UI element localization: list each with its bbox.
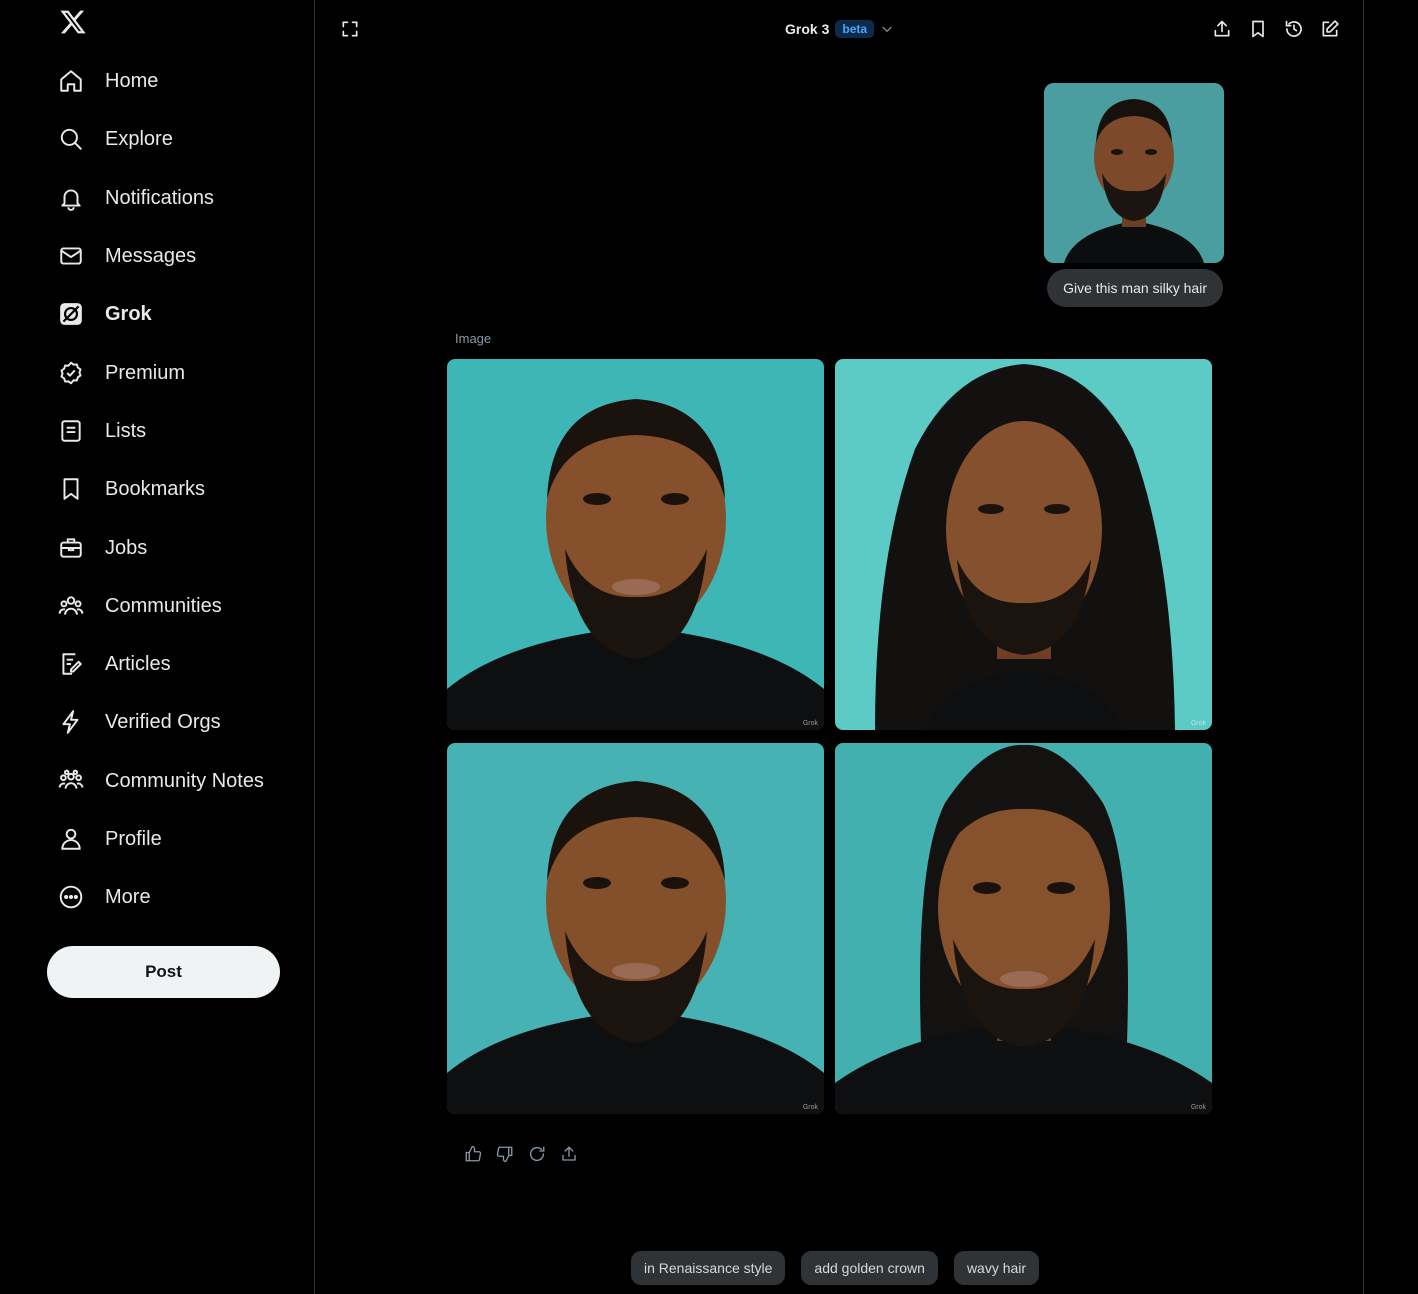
suggestion-chip[interactable]: wavy hair — [953, 1251, 1040, 1285]
generated-image-3[interactable]: Grok — [447, 743, 824, 1114]
app-window: Home Explore Notifications Messages Grok… — [0, 0, 1418, 1294]
beta-badge: beta — [835, 20, 875, 38]
sidebar-item-label: Articles — [105, 653, 171, 676]
user-prompt-bubble: Give this man silky hair — [1047, 269, 1223, 307]
sidebar: Home Explore Notifications Messages Grok… — [0, 0, 314, 1294]
sidebar-item-label: Messages — [105, 245, 197, 268]
suggestion-chips: in Renaissance style add golden crown wa… — [631, 1251, 1040, 1285]
sidebar-item-home[interactable]: Home — [48, 52, 264, 110]
sidebar-item-grok[interactable]: Grok — [48, 285, 264, 343]
list-icon — [61, 420, 81, 442]
watermark: Grok — [802, 720, 818, 727]
history-icon[interactable] — [1284, 19, 1304, 39]
home-icon — [60, 70, 82, 92]
sidebar-item-explore[interactable]: Explore — [48, 110, 264, 168]
suggestion-chip[interactable]: add golden crown — [801, 1251, 938, 1285]
watermark: Grok — [1190, 1104, 1206, 1111]
share-icon[interactable] — [559, 1144, 579, 1164]
lightning-icon — [62, 710, 79, 735]
watermark: Grok — [802, 1104, 818, 1111]
sidebar-item-label: Premium — [105, 361, 186, 384]
sidebar-item-communities[interactable]: Communities — [48, 577, 264, 635]
regenerate-icon[interactable] — [527, 1144, 547, 1164]
generated-image-1[interactable]: Grok — [447, 359, 824, 730]
suggestion-chip[interactable]: in Renaissance style — [631, 1251, 786, 1285]
post-button[interactable]: Post — [47, 946, 280, 998]
sidebar-item-label: Home — [105, 70, 159, 93]
sidebar-item-label: More — [105, 886, 151, 909]
share-icon[interactable] — [1212, 19, 1232, 39]
sidebar-item-label: Verified Orgs — [105, 711, 221, 734]
sidebar-item-label: Profile — [105, 828, 162, 850]
sidebar-item-bookmarks[interactable]: Bookmarks — [48, 460, 264, 518]
sidebar-item-label: Community Notes — [105, 769, 264, 792]
chevron-down-icon — [882, 26, 892, 33]
result-label: Image — [455, 331, 492, 346]
generated-image-grid: Grok Grok Grok Grok — [447, 359, 1212, 1114]
sidebar-item-more[interactable]: More — [48, 868, 264, 926]
primary-nav: Home Explore Notifications Messages Grok… — [48, 52, 264, 926]
sidebar-item-label: Notifications — [105, 186, 214, 209]
thumbs-up-icon[interactable] — [463, 1144, 483, 1164]
sidebar-item-notifications[interactable]: Notifications — [48, 169, 264, 227]
sidebar-item-premium[interactable]: Premium — [48, 343, 264, 401]
uploaded-image[interactable] — [1044, 83, 1224, 263]
people-icon — [58, 596, 84, 615]
sidebar-item-label: Jobs — [105, 536, 148, 559]
bookmark-icon — [63, 478, 79, 500]
sidebar-item-label: Lists — [105, 419, 147, 442]
sidebar-item-community-notes[interactable]: Community Notes — [48, 752, 264, 810]
sidebar-item-label: Bookmarks — [105, 478, 206, 501]
model-name: Grok 3 — [785, 21, 830, 37]
sidebar-item-lists[interactable]: Lists — [48, 402, 264, 460]
generated-image-4[interactable]: Grok — [835, 743, 1212, 1114]
article-edit-icon — [62, 653, 82, 675]
new-chat-icon[interactable] — [1320, 19, 1340, 39]
grok-chat-panel: Grok 3 beta Give this man silky hair Ima… — [314, 0, 1364, 1294]
verified-badge-icon — [60, 361, 82, 384]
briefcase-icon — [60, 537, 82, 558]
sidebar-item-messages[interactable]: Messages — [48, 227, 264, 285]
sidebar-item-label: Grok — [105, 303, 152, 326]
expand-icon[interactable] — [340, 19, 360, 39]
sidebar-item-profile[interactable]: Profile — [48, 810, 264, 868]
person-icon — [61, 828, 81, 850]
generated-image-2[interactable]: Grok — [835, 359, 1212, 730]
sidebar-item-verified-orgs[interactable]: Verified Orgs — [48, 693, 264, 751]
watermark: Grok — [1190, 720, 1206, 727]
response-actions — [463, 1144, 579, 1164]
sidebar-item-label: Explore — [105, 128, 173, 151]
bookmark-icon[interactable] — [1248, 19, 1268, 39]
x-logo-icon[interactable] — [59, 8, 87, 36]
grok-icon — [60, 303, 82, 326]
sidebar-item-jobs[interactable]: Jobs — [48, 518, 264, 576]
more-circle-icon — [59, 886, 83, 909]
bell-icon — [61, 189, 81, 211]
model-selector[interactable]: Grok 3 beta — [785, 18, 894, 40]
sidebar-item-articles[interactable]: Articles — [48, 635, 264, 693]
envelope-icon — [60, 247, 82, 265]
thumbs-down-icon[interactable] — [495, 1144, 515, 1164]
sidebar-item-label: Communities — [105, 594, 222, 617]
search-icon — [60, 129, 82, 151]
community-notes-icon — [58, 769, 84, 789]
